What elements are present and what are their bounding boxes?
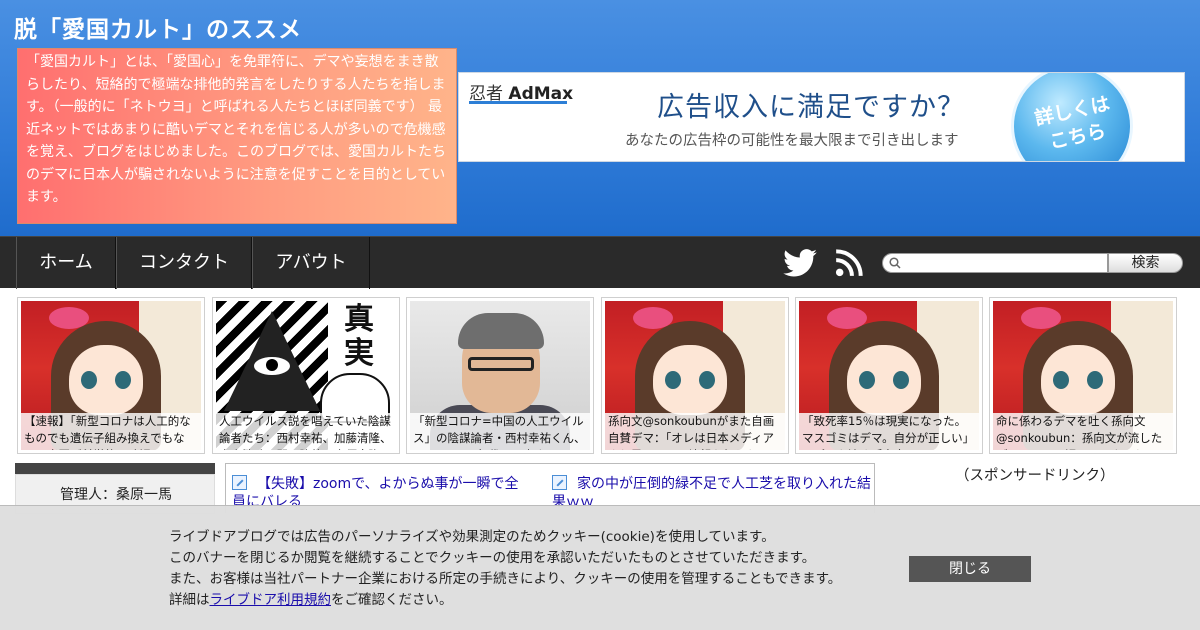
thumbnail-caption[interactable]: 「致死率15％は現実になった。マスゴミはデマ。自分が正しい」とデマを流す孫向文: [799, 413, 979, 450]
twitter-icon[interactable]: [783, 249, 817, 277]
thumbnail-card[interactable]: 「致死率15％は現実になった。マスゴミはデマ。自分が正しい」とデマを流す孫向文: [795, 297, 983, 454]
cookie-banner: ライブドアブログでは広告のパーソナライズや効果測定のためクッキー(cookie)…: [0, 505, 1200, 630]
site-header: 脱「愛国カルト」のススメ 「愛国カルト」とは、「愛国心」を免罪符に、デマや妄想を…: [0, 0, 1200, 236]
thumbnail-card[interactable]: 「新型コロナ=中国の人工ウイルス」の陰謀論者・西村幸祐くん、ついに1970年代の…: [406, 297, 594, 454]
thumbnail-caption[interactable]: 孫向文@sonkoubunがまた自画自賛デマ：「オレは日本メディアより早く正しい…: [605, 413, 785, 450]
ad-subtext: あなたの広告枠の可能性を最大限まで引き出します: [625, 133, 959, 149]
ad-logo-underline: [469, 101, 567, 104]
ad-details-button[interactable]: 詳しくは こちら: [1011, 73, 1133, 161]
search-input[interactable]: [882, 253, 1108, 273]
nav-contact[interactable]: コンタクト: [116, 237, 252, 289]
ad-details-label: 詳しくは こちら: [1032, 92, 1112, 154]
admin-name: 管理人：桑原一馬: [60, 487, 172, 503]
thumbnail-caption[interactable]: 【速報】「新型コロナは人工的なものでも遺伝子組み換えでもない」米国が科学的に確認: [21, 413, 201, 450]
cookie-text: ライブドアブログでは広告のパーソナライズや効果測定のためクッキー(cookie)…: [169, 529, 842, 608]
sidebar-header-bar: [15, 463, 215, 474]
nav-home[interactable]: ホーム: [16, 237, 116, 289]
article-icon: [552, 475, 567, 490]
sponsored-label: （スポンサードリンク）: [955, 468, 1115, 484]
site-description: 「愛国カルト」とは、「愛国心」を免罪符に、デマや妄想をまき散らしたり、短絡的で極…: [17, 48, 457, 224]
rss-icon[interactable]: [835, 249, 863, 277]
article-icon: [232, 475, 247, 490]
site-title[interactable]: 脱「愛国カルト」のススメ: [14, 10, 302, 44]
cookie-close-button[interactable]: 閉じる: [909, 556, 1031, 582]
thumbnail-card[interactable]: 真実 人工ウイルス説を唱えていた陰謀論者たち：西村幸祐、加藤清隆、青山繁晴、門田…: [212, 297, 400, 454]
search-button[interactable]: 検索: [1108, 253, 1183, 273]
nav-about[interactable]: アバウト: [252, 237, 370, 289]
thumbnail-caption[interactable]: 人工ウイルス説を唱えていた陰謀論者たち：西村幸祐、加藤清隆、青山繁晴、門田隆将、…: [216, 413, 396, 450]
terms-link[interactable]: ライブドア利用規約: [210, 592, 332, 608]
main-nav: ホーム コンタクト アバウト 検索: [0, 236, 1200, 289]
ad-headline: 広告収入に満足ですか？: [657, 92, 965, 123]
ad-banner[interactable]: 忍者 AdMax 広告収入に満足ですか？ あなたの広告枠の可能性を最大限まで引き…: [458, 72, 1185, 162]
thumbnail-caption[interactable]: 命に係わるデマを吐く孫向文@sonkoubun：孫向文が流したデマについて調べて…: [993, 413, 1173, 450]
thumbnail-card[interactable]: 孫向文@sonkoubunがまた自画自賛デマ：「オレは日本メディアより早く正しい…: [601, 297, 789, 454]
thumbnail-card[interactable]: 命に係わるデマを吐く孫向文@sonkoubun：孫向文が流したデマについて調べて…: [989, 297, 1177, 454]
search-icon: [889, 257, 901, 269]
featured-thumbnails: 【速報】「新型コロナは人工的なものでも遺伝子組み換えでもない」米国が科学的に確認…: [17, 297, 1183, 455]
thumbnail-caption[interactable]: 「新型コロナ=中国の人工ウイルス」の陰謀論者・西村幸祐くん、ついに1970年代の…: [410, 413, 590, 450]
thumbnail-card[interactable]: 【速報】「新型コロナは人工的なものでも遺伝子組み換えでもない」米国が科学的に確認: [17, 297, 205, 454]
